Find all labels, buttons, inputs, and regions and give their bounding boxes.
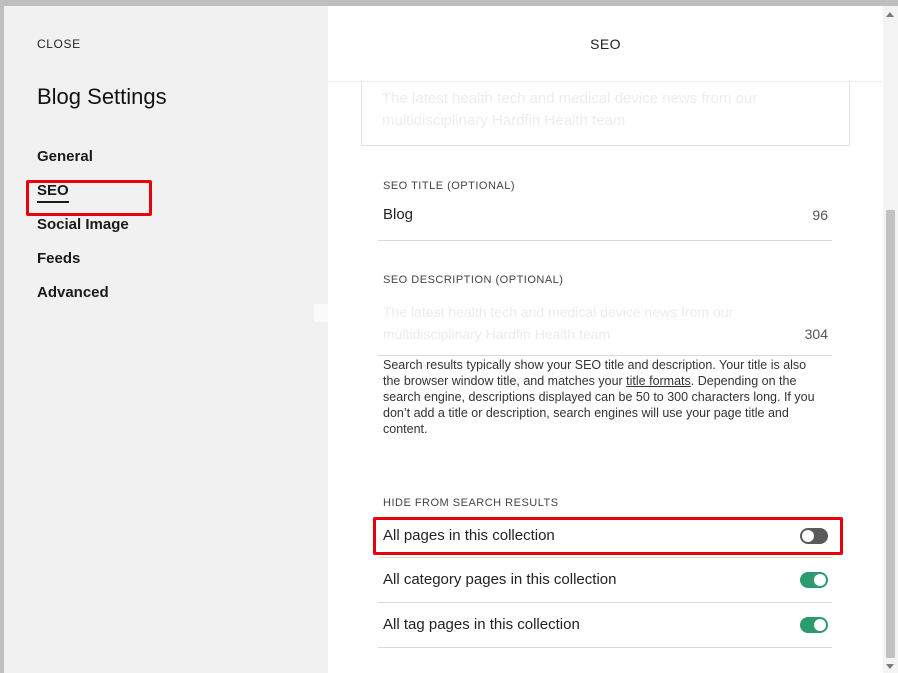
toggle-label: All pages in this collection bbox=[383, 527, 555, 544]
nav-item-seo[interactable]: SEO bbox=[37, 181, 129, 215]
close-button[interactable]: CLOSE bbox=[37, 37, 81, 51]
toggle-knob bbox=[814, 574, 826, 586]
settings-sidebar: CLOSE Blog Settings General SEO Social I… bbox=[4, 6, 328, 673]
toggle-row-all-pages: All pages in this collection bbox=[378, 513, 832, 558]
nav-item-label: General bbox=[37, 148, 93, 165]
seo-title-char-count: 96 bbox=[812, 207, 828, 223]
all-pages-toggle[interactable] bbox=[800, 528, 828, 544]
toggle-label: All tag pages in this collection bbox=[383, 616, 580, 633]
faded-previous-field: The latest health tech and medical devic… bbox=[361, 76, 850, 146]
panel-title: SEO bbox=[590, 36, 621, 52]
scrollbar-thumb[interactable] bbox=[886, 210, 895, 658]
scroll-up-arrow-icon[interactable] bbox=[886, 12, 894, 17]
seo-description-char-count: 304 bbox=[804, 326, 828, 342]
seo-title-field[interactable]: Blog 96 bbox=[378, 202, 832, 241]
seo-title-value: Blog bbox=[383, 206, 414, 223]
toggle-knob bbox=[802, 530, 814, 542]
title-formats-link[interactable]: title formats bbox=[626, 374, 691, 388]
seo-panel: The latest health tech and medical devic… bbox=[328, 6, 883, 673]
nav-item-advanced[interactable]: Advanced bbox=[37, 283, 129, 317]
scroll-down-arrow-icon[interactable] bbox=[886, 664, 894, 669]
nav-item-social-image[interactable]: Social Image bbox=[37, 215, 129, 249]
panel-header: SEO bbox=[328, 6, 883, 82]
toggle-knob bbox=[814, 619, 826, 631]
settings-nav: General SEO Social Image Feeds Advanced bbox=[37, 147, 129, 317]
nav-item-general[interactable]: General bbox=[37, 147, 129, 181]
hide-from-search-label: HIDE FROM SEARCH RESULTS bbox=[383, 497, 559, 509]
seo-description-field[interactable]: The latest health tech and medical devic… bbox=[378, 293, 832, 356]
category-pages-toggle[interactable] bbox=[800, 572, 828, 588]
seo-description-label: SEO DESCRIPTION (OPTIONAL) bbox=[383, 274, 564, 286]
nav-item-label: Social Image bbox=[37, 216, 129, 233]
sidebar-title: Blog Settings bbox=[37, 84, 167, 109]
toggle-row-tag-pages: All tag pages in this collection bbox=[378, 603, 832, 648]
toggle-row-category-pages: All category pages in this collection bbox=[378, 558, 832, 603]
toggle-label: All category pages in this collection bbox=[383, 571, 617, 588]
nav-item-label: Advanced bbox=[37, 284, 109, 301]
seo-description-value: The latest health tech and medical devic… bbox=[383, 304, 734, 342]
tag-pages-toggle[interactable] bbox=[800, 617, 828, 633]
faded-field-text: The latest health tech and medical devic… bbox=[382, 90, 758, 129]
seo-title-label: SEO TITLE (OPTIONAL) bbox=[383, 180, 516, 192]
nav-item-label: SEO bbox=[37, 182, 69, 203]
seo-help-text: Search results typically show your SEO t… bbox=[383, 357, 823, 437]
nav-item-feeds[interactable]: Feeds bbox=[37, 249, 129, 283]
panel-resize-handle bbox=[314, 304, 328, 322]
nav-item-label: Feeds bbox=[37, 250, 81, 267]
